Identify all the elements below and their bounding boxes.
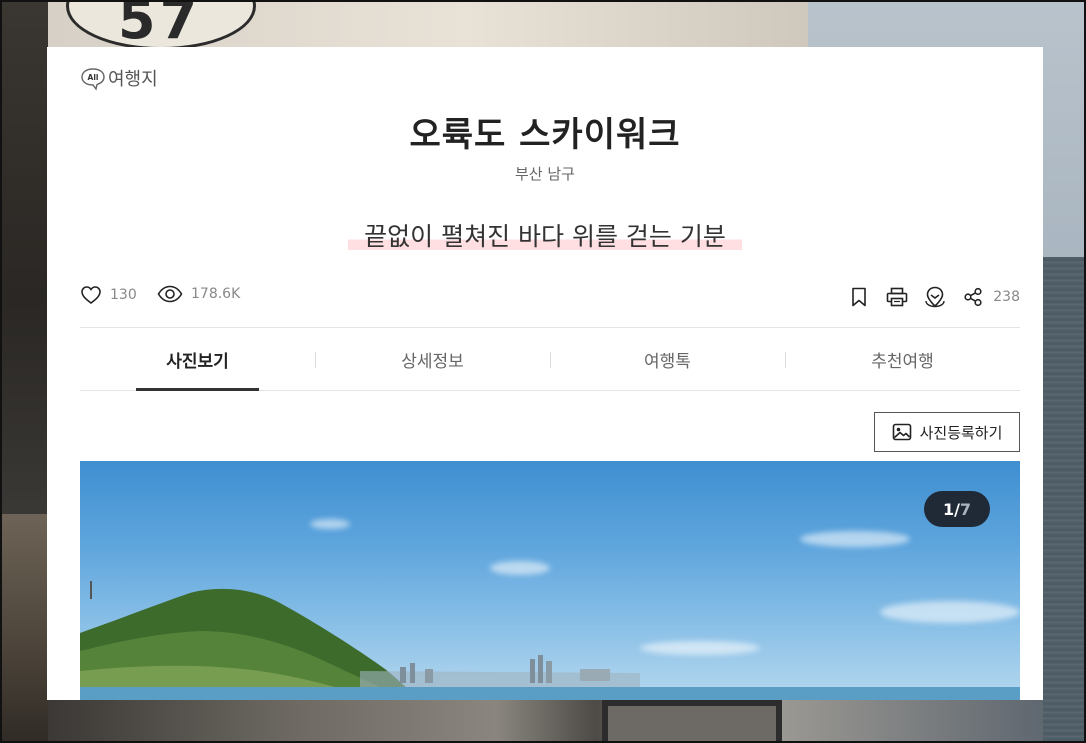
bookmark-icon[interactable]: [847, 285, 871, 309]
location-text: 부산 남구: [515, 165, 575, 183]
register-photo-button[interactable]: 사진등록하기: [874, 412, 1020, 452]
view-count: 178.6K: [191, 286, 241, 302]
print-icon[interactable]: [885, 285, 909, 309]
tab-recommended[interactable]: 추천여행: [785, 328, 1020, 390]
action-icons: 238: [833, 285, 1020, 309]
tab-details[interactable]: 상세정보: [315, 328, 550, 390]
category-label[interactable]: All 여행지: [80, 65, 158, 91]
gallery-counter: 1/7: [924, 491, 990, 527]
view-stat: 178.6K: [157, 285, 240, 303]
register-photo-label: 사진등록하기: [919, 423, 1003, 442]
share-icon[interactable]: [961, 285, 985, 309]
map-pin-icon[interactable]: [923, 285, 947, 309]
svg-text:All: All: [88, 73, 99, 82]
share-count: 238: [993, 289, 1020, 305]
tab-photos[interactable]: 사진보기: [80, 328, 315, 391]
stats-row: 130 178.6K 238: [80, 285, 1020, 311]
like-stat[interactable]: 130: [80, 285, 137, 305]
tab-travel-talk[interactable]: 여행톡: [550, 328, 785, 390]
page-title: 오륙도 스카이워크: [409, 115, 681, 155]
island-silhouette: [80, 581, 1020, 700]
gallery-photo[interactable]: 1/7: [80, 461, 1020, 700]
all-badge-icon: All: [80, 67, 105, 91]
heart-icon[interactable]: [80, 285, 102, 305]
eye-icon: [157, 285, 183, 303]
category-text: 여행지: [108, 69, 158, 90]
like-count: 130: [110, 287, 137, 303]
tagline: 끝없이 펼쳐진 바다 위를 걷는 기분: [348, 217, 742, 253]
tab-bar: 사진보기 상세정보 여행톡 추천여행: [80, 328, 1020, 391]
detail-card: All 여행지 오륙도 스카이워크 부산 남구 끝없이 펼쳐진 바다 위를 걷는…: [47, 47, 1043, 700]
image-icon: [892, 423, 912, 441]
